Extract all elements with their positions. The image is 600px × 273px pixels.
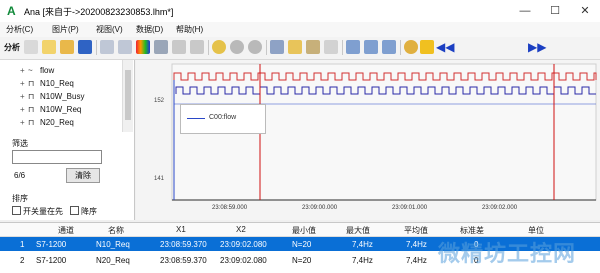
channel-panel: + ~ flow + ⊓ N10_Req + ⊓ N10W_Busy + ⊓ N10W_Req …	[0, 60, 135, 220]
grid-icon[interactable]	[118, 40, 132, 54]
filter-input[interactable]	[12, 150, 102, 164]
eraser-icon[interactable]	[324, 40, 338, 54]
plot-legend: C00:flow	[180, 104, 266, 134]
minimize-button[interactable]: —	[510, 0, 540, 22]
new-file-icon[interactable]	[42, 40, 56, 54]
n20-req-waveform	[175, 86, 596, 95]
pan-tool-icon[interactable]	[190, 40, 204, 54]
legend-swatch	[187, 118, 205, 119]
edit-icon[interactable]	[24, 40, 38, 54]
tree-item-n20-req[interactable]: + ⊓ N20_Req	[20, 118, 74, 130]
maximize-button[interactable]: ☐	[540, 0, 570, 22]
menu-data[interactable]: 数据(D)	[136, 24, 163, 35]
watermark-text: 微精坊工控网	[438, 241, 577, 266]
scrollbar-thumb[interactable]	[125, 70, 131, 120]
tree-item-n10w-busy[interactable]: + ⊓ N10W_Busy	[20, 92, 84, 104]
toolbar: 分析 ◀◀ ▶▶	[0, 37, 600, 60]
layout-icon[interactable]	[100, 40, 114, 54]
y-tick-upper: 152	[154, 98, 165, 104]
open-folder-icon[interactable]	[60, 40, 74, 54]
signal-plot[interactable]: C00:flow 152 141 23:08:59.000 23:09:00.0…	[136, 60, 600, 220]
table-header: 通道 名称 X1 X2 最小值 最大值 平均值 标准差 单位	[0, 223, 600, 237]
menu-picture[interactable]: 图片(P)	[52, 24, 79, 35]
forward-icon[interactable]: ▶▶	[528, 40, 546, 54]
column-header[interactable]: X2	[236, 225, 246, 234]
channel-tree: + ~ flow + ⊓ N10_Req + ⊓ N10W_Busy + ⊓ N10W_Req …	[0, 60, 122, 132]
analog-signal-icon: ~	[28, 66, 33, 75]
column-header[interactable]: 最大值	[346, 225, 370, 236]
channel-count: 6/6	[14, 171, 26, 180]
expand-icon[interactable]: +	[20, 92, 28, 101]
x-tick-label: 23:09:02.000	[482, 205, 518, 211]
x-tick-label: 23:09:01.000	[392, 205, 428, 211]
checkbox-icon	[70, 206, 79, 215]
column-header[interactable]: 通道	[58, 225, 74, 236]
lightning-icon[interactable]	[420, 40, 434, 54]
zoom-reset-icon[interactable]	[248, 40, 262, 54]
marker-icon[interactable]	[306, 40, 320, 54]
close-button[interactable]: ✕	[570, 0, 600, 22]
zoom-tool-icon[interactable]	[172, 40, 186, 54]
cursor-icon[interactable]	[270, 40, 284, 54]
tree-scrollbar[interactable]	[122, 60, 133, 132]
descending-checkbox[interactable]: 降序	[70, 206, 97, 217]
filter-label: 筛选	[12, 139, 28, 148]
legend-label: C00:flow	[209, 114, 237, 121]
expand-icon[interactable]: +	[20, 66, 28, 75]
tree-item-flow[interactable]: + ~ flow	[20, 66, 54, 78]
digital-signal-icon: ⊓	[28, 79, 35, 88]
column-header[interactable]: 标准差	[460, 225, 484, 236]
title-bar: A Ana [来自于->20200823230853.lhm*] — ☐ ✕	[0, 0, 600, 23]
checkbox-icon	[12, 206, 21, 215]
x-tick-label: 23:08:59.000	[212, 205, 248, 211]
expand-icon[interactable]: +	[20, 79, 28, 88]
colors-icon[interactable]	[136, 40, 150, 54]
n20-req-trace	[175, 86, 596, 95]
expand-icon[interactable]: +	[20, 105, 28, 114]
print-icon[interactable]	[382, 40, 396, 54]
save-icon[interactable]	[78, 40, 92, 54]
digital-signal-icon: ⊓	[28, 92, 35, 101]
digital-first-checkbox[interactable]: 开关量在先	[12, 206, 63, 217]
analysis-toolbar-button[interactable]: 分析	[4, 42, 20, 53]
column-header[interactable]: 单位	[528, 225, 544, 236]
import-icon[interactable]	[346, 40, 360, 54]
measure-icon[interactable]	[288, 40, 302, 54]
digital-signal-icon: ⊓	[28, 105, 35, 114]
column-header[interactable]: 最小值	[292, 225, 316, 236]
menu-help[interactable]: 帮助(H)	[176, 24, 203, 35]
clear-button[interactable]: 清除	[66, 168, 100, 183]
column-header[interactable]: 名称	[108, 225, 124, 236]
menu-bar: 分析(C) 图片(P) 视图(V) 数据(D) 帮助(H)	[0, 22, 600, 37]
window-title: Ana [来自于->20200823230853.lhm*]	[24, 7, 174, 17]
tree-item-n10-req[interactable]: + ⊓ N10_Req	[20, 79, 74, 91]
menu-view[interactable]: 视图(V)	[96, 24, 123, 35]
app-logo-icon: A	[7, 4, 16, 18]
column-header[interactable]: X1	[176, 225, 186, 234]
y-tick-lower: 141	[154, 176, 165, 182]
menu-analysis[interactable]: 分析(C)	[6, 24, 33, 35]
zoom-out-icon[interactable]	[230, 40, 244, 54]
chart-icon[interactable]	[154, 40, 168, 54]
search-icon[interactable]	[404, 40, 418, 54]
tree-item-n10w-req[interactable]: + ⊓ N10W_Req	[20, 105, 81, 117]
column-header[interactable]: 平均值	[404, 225, 428, 236]
sort-label: 排序	[12, 194, 28, 203]
plot-canvas	[171, 63, 597, 201]
zoom-in-icon[interactable]	[212, 40, 226, 54]
export-icon[interactable]	[364, 40, 378, 54]
x-tick-label: 23:09:00.000	[302, 205, 338, 211]
rewind-icon[interactable]: ◀◀	[436, 40, 454, 54]
digital-signal-icon: ⊓	[28, 118, 35, 127]
expand-icon[interactable]: +	[20, 118, 28, 127]
